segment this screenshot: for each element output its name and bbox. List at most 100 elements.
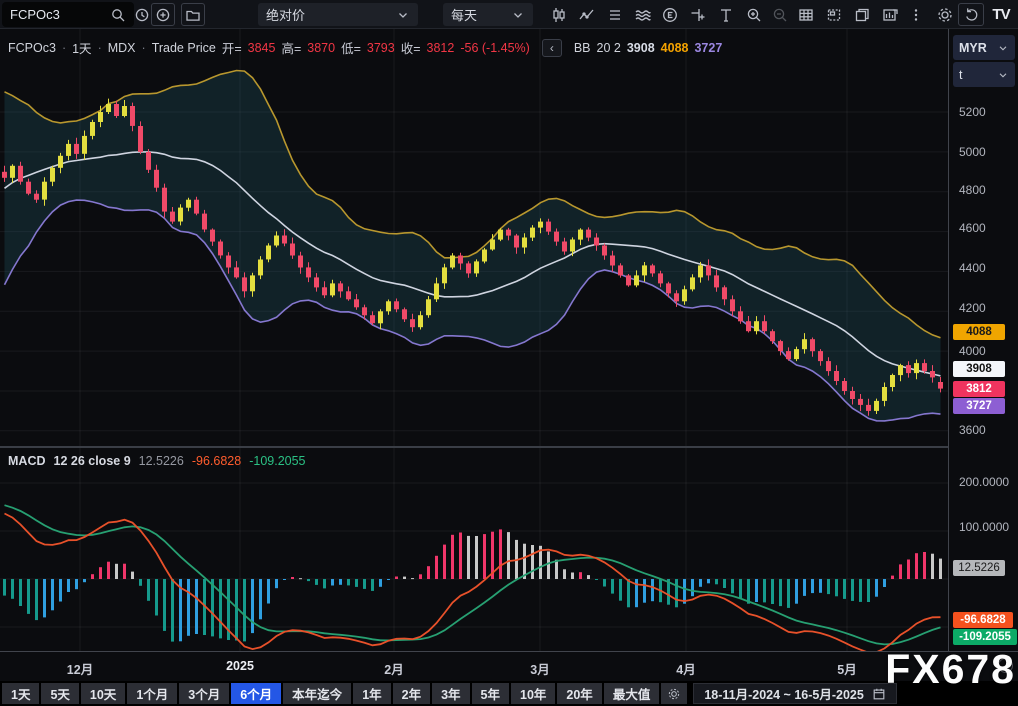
range-button-3m[interactable]: 3个月 (179, 683, 229, 704)
bb-upper-value: 4088 (661, 41, 689, 55)
close-label: 收= (401, 38, 421, 57)
pane-separator[interactable] (0, 446, 1018, 448)
trading-chart-app: FCPOc3 绝对价 每天 (0, 0, 1018, 706)
bb-basis-price-label: 3908 (953, 361, 1005, 377)
range-button-2y[interactable]: 2年 (393, 683, 430, 704)
range-toolbar: 1天 5天 10天 1个月 3个月 6个月 本年迄今 1年 2年 3年 5年 1… (0, 681, 1018, 706)
price-tick: 4000 (959, 344, 986, 358)
bb-basis-value: 3908 (627, 41, 655, 55)
undo-icon[interactable] (958, 3, 984, 26)
multi-layout-icon[interactable] (822, 3, 846, 26)
range-button-1d[interactable]: 1天 (2, 683, 39, 704)
history-clock-icon[interactable] (132, 3, 152, 26)
range-button-10d[interactable]: 10天 (81, 683, 125, 704)
legend-exchange: MDX (108, 41, 136, 55)
add-symbol-icon[interactable] (151, 3, 175, 26)
range-button-ytd[interactable]: 本年迄今 (283, 683, 351, 704)
interval-dropdown[interactable]: 每天 (443, 3, 533, 26)
bb-indicator-title[interactable]: BB (574, 41, 591, 55)
calendar-icon (872, 687, 886, 701)
range-button-5d[interactable]: 5天 (41, 683, 78, 704)
macd-tick-100: 100.0000 (959, 520, 1009, 534)
range-button-10y[interactable]: 10年 (511, 683, 555, 704)
interval-label: 每天 (451, 5, 477, 24)
symbol-legend: FCPOc3 · 1天 · MDX · Trade Price 开=3845 高… (8, 38, 722, 57)
change-value: -56 (-1.45%) (460, 41, 529, 55)
price-tick: 5000 (959, 145, 986, 159)
macd-signal-label: -109.2055 (953, 629, 1017, 645)
range-settings-gear-icon[interactable] (661, 683, 687, 704)
alert-icon[interactable] (686, 3, 710, 26)
search-icon (110, 7, 126, 23)
date-range-button[interactable]: 18-11月-2024 ~ 16-5月-2025 (693, 683, 897, 704)
zoom-out-icon[interactable] (768, 3, 792, 26)
open-label: 开= (222, 38, 242, 57)
macd-line-value: -96.6828 (192, 454, 241, 468)
symbol-search-box[interactable]: FCPOc3 (2, 2, 134, 27)
price-tick: 3600 (959, 423, 986, 437)
folder-icon[interactable] (181, 3, 205, 26)
collapse-legend-button[interactable]: ‹ (542, 39, 562, 57)
bb-upper-price-label: 4088 (953, 324, 1005, 340)
currency-dropdown[interactable]: MYR (953, 35, 1015, 60)
date-range-text: 18-11月-2024 ~ 16-5月-2025 (704, 684, 864, 703)
macd-line-label: -96.6828 (953, 612, 1013, 628)
chevron-down-icon (997, 42, 1009, 54)
price-axis-gutter[interactable]: MYR t 5200 5000 4800 4600 4400 4200 4000… (948, 29, 1018, 651)
macd-legend: MACD 12 26 close 9 12.5226 -96.6828 -109… (8, 454, 306, 468)
unit-dropdown[interactable]: t (953, 62, 1015, 87)
range-button-1y[interactable]: 1年 (353, 683, 390, 704)
macd-signal-value: -109.2055 (249, 454, 305, 468)
close-value: 3812 (427, 41, 455, 55)
zoom-in-icon[interactable] (742, 3, 766, 26)
range-button-max[interactable]: 最大值 (604, 683, 660, 704)
price-chart-pane[interactable] (0, 29, 948, 446)
chevron-down-icon (511, 8, 525, 22)
legend-series-type: Trade Price (152, 41, 216, 55)
bb-lower-value: 3727 (694, 41, 722, 55)
bb-indicator-params: 20 2 (597, 41, 621, 55)
macd-chart-pane[interactable] (0, 448, 948, 651)
high-label: 高= (281, 38, 301, 57)
text-tool-icon[interactable] (714, 3, 738, 26)
price-mode-label: 绝对价 (266, 5, 305, 24)
indicator-templates-icon[interactable] (603, 3, 627, 26)
open-value: 3845 (248, 41, 276, 55)
legend-interval[interactable]: 1天 (72, 38, 91, 57)
range-button-20y[interactable]: 20年 (557, 683, 601, 704)
chart-style-candles-icon[interactable] (547, 3, 571, 26)
settings-gear-icon[interactable] (933, 3, 957, 26)
range-button-5y[interactable]: 5年 (472, 683, 509, 704)
indicators-icon[interactable] (575, 3, 599, 26)
top-toolbar: FCPOc3 绝对价 每天 (0, 0, 1018, 29)
price-tick: 4200 (959, 301, 986, 315)
economic-events-icon[interactable] (658, 3, 682, 26)
data-window-icon[interactable] (878, 3, 902, 26)
range-button-6m[interactable]: 6个月 (231, 683, 281, 704)
more-options-icon[interactable] (906, 3, 926, 26)
price-tick: 4400 (959, 261, 986, 275)
macd-title[interactable]: MACD (8, 454, 46, 468)
range-button-3y[interactable]: 3年 (432, 683, 469, 704)
range-button-1m[interactable]: 1个月 (127, 683, 177, 704)
time-label: 2月 (364, 659, 424, 678)
time-label: 3月 (510, 659, 570, 678)
tradingview-logo[interactable]: TV (988, 3, 1014, 26)
time-axis[interactable]: 12月 2025 2月 3月 4月 5月 (0, 651, 1018, 681)
table-view-icon[interactable] (794, 3, 818, 26)
macd-tick-200: 200.0000 (959, 475, 1009, 489)
compare-waves-icon[interactable] (631, 3, 655, 26)
high-value: 3870 (307, 41, 335, 55)
object-tree-icon[interactable] (850, 3, 874, 26)
low-value: 3793 (367, 41, 395, 55)
price-tick: 4600 (959, 221, 986, 235)
time-label: 5月 (817, 659, 877, 678)
chevron-down-icon (997, 69, 1009, 81)
fx678-watermark: FX678 (885, 646, 1016, 693)
bb-lower-price-label: 3727 (953, 398, 1005, 414)
price-mode-dropdown[interactable]: 绝对价 (258, 3, 418, 26)
time-label-year: 2025 (210, 659, 270, 673)
legend-symbol[interactable]: FCPOc3 (8, 41, 56, 55)
macd-hist-label: 12.5226 (953, 560, 1005, 576)
price-tick: 4800 (959, 183, 986, 197)
